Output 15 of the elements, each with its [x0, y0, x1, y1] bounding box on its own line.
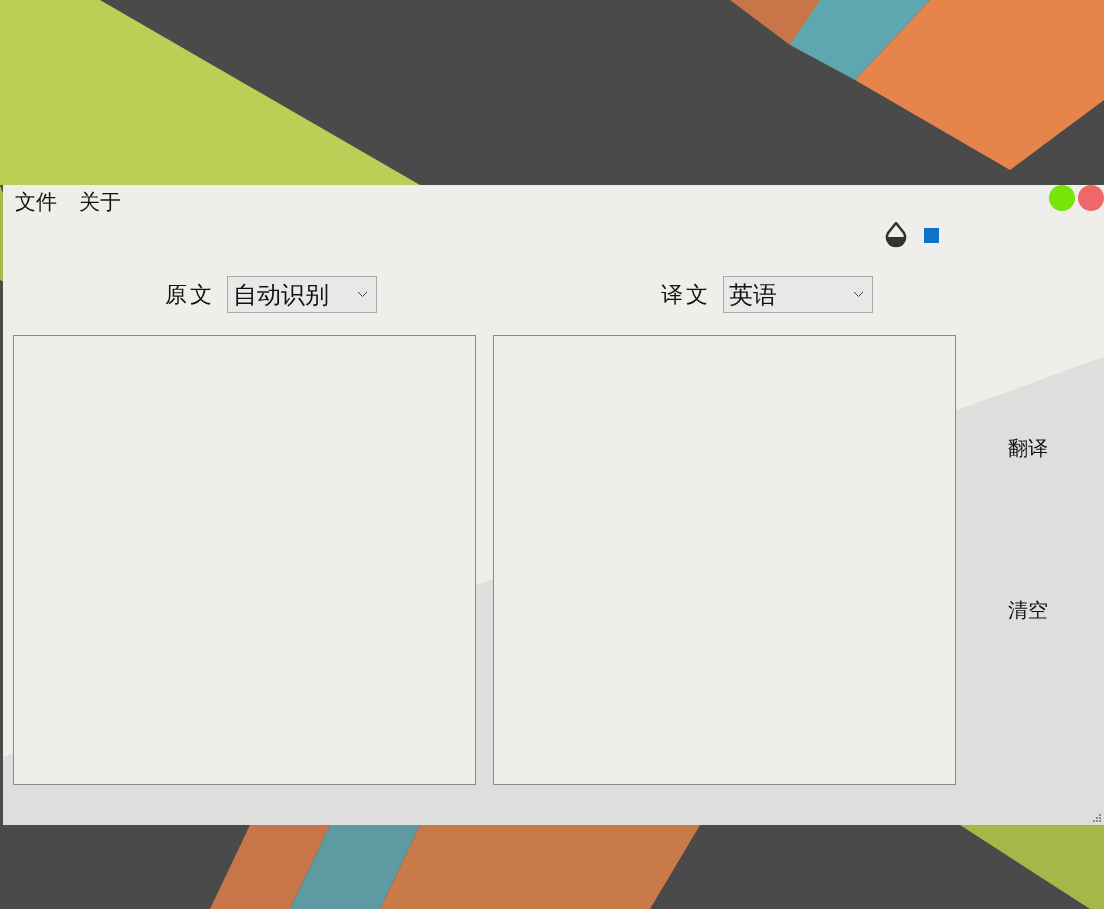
- square-icon[interactable]: [924, 227, 939, 243]
- menu-item[interactable]: 文件: [15, 188, 57, 217]
- drop-icon[interactable]: [884, 222, 908, 248]
- resize-grip-icon[interactable]: [1093, 814, 1102, 823]
- clear-button[interactable]: 清空: [999, 593, 1056, 628]
- menu-item[interactable]: 关于: [79, 188, 121, 217]
- target-language-dropdown[interactable]: 英语: [723, 276, 873, 313]
- chevron-icon: [357, 291, 368, 298]
- translate-button[interactable]: 翻译: [999, 431, 1056, 466]
- chevron-icon: [853, 291, 864, 298]
- minimize-button[interactable]: [1049, 185, 1075, 211]
- source-language-dropdown[interactable]: 自动识别: [227, 276, 377, 313]
- target-label: 译文: [661, 280, 711, 309]
- source-label: 原文: [165, 280, 215, 309]
- close-button[interactable]: [1078, 185, 1104, 211]
